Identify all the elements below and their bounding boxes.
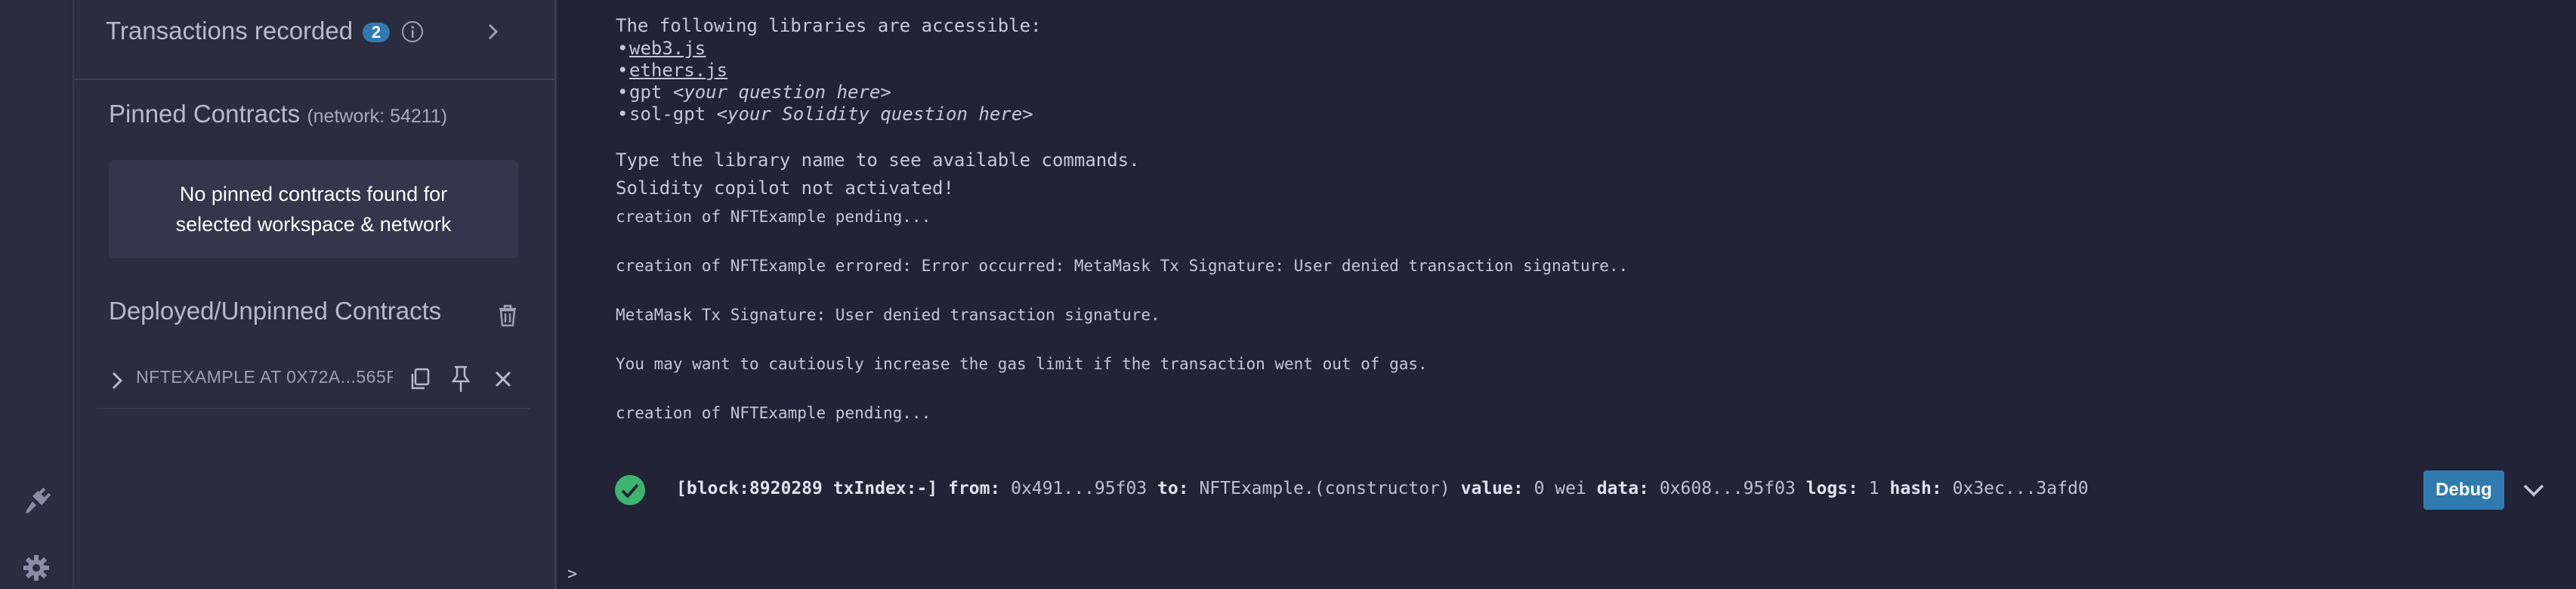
info-icon[interactable]: [400, 20, 425, 44]
tx-to-label: to:: [1157, 479, 1189, 498]
chevron-right-icon[interactable]: [107, 369, 127, 393]
transaction-summary[interactable]: [block:8920289 txIndex:-] from: 0x491...…: [676, 479, 2089, 498]
check-circle-icon: [614, 474, 646, 506]
contract-address-label: NFTEXAMPLE AT 0X72A...565FB: [136, 367, 393, 387]
pinned-contracts-title: Pinned Contracts (network: 54211): [109, 100, 447, 128]
tx-data-label: data:: [1596, 479, 1649, 498]
tx-from-label: from:: [948, 479, 1001, 498]
tx-logs: 1: [1868, 479, 1879, 498]
plug-icon[interactable]: [18, 483, 54, 520]
tx-logs-label: logs:: [1805, 479, 1858, 498]
tx-data: 0x608...95f03: [1659, 479, 1796, 498]
terminal-prompt[interactable]: >: [567, 565, 577, 584]
tx-block: [block:8920289 txIndex:-]: [676, 479, 938, 498]
chevron-right-icon[interactable]: [482, 21, 503, 42]
library-item: gpt <your question here>: [617, 82, 1033, 103]
terminal-output: The following libraries are accessible: …: [557, 0, 2576, 589]
no-pinned-line-2: selected workspace & network: [175, 213, 452, 236]
icon-sidebar: [0, 0, 74, 589]
pinned-contracts-label: Pinned Contracts: [109, 100, 301, 128]
deployed-contracts-title: Deployed/Unpinned Contracts: [109, 297, 442, 325]
pinned-network-label: (network: 54211): [307, 106, 448, 127]
tx-value: 0 wei: [1534, 479, 1586, 498]
pin-icon[interactable]: [447, 364, 474, 394]
gpt-argument: <your question here>: [672, 82, 891, 103]
terminal-intro: The following libraries are accessible:: [616, 15, 1042, 36]
web3js-link[interactable]: web3.js: [629, 38, 706, 59]
trash-icon[interactable]: [497, 304, 518, 328]
ethersjs-link[interactable]: ethers.js: [629, 60, 727, 81]
log-line: You may want to cautiously increase the …: [616, 355, 1428, 373]
tx-value-label: value:: [1460, 479, 1524, 498]
log-line: creation of NFTExample errored: Error oc…: [616, 257, 1629, 275]
solgpt-command: sol-gpt: [629, 103, 706, 125]
gpt-command: gpt: [629, 82, 663, 103]
log-line: MetaMask Tx Signature: User denied trans…: [616, 306, 1160, 324]
close-icon[interactable]: [490, 365, 517, 393]
tx-hash-label: hash:: [1889, 479, 1942, 498]
tx-to: NFTExample.(constructor): [1199, 479, 1450, 498]
chevron-down-icon[interactable]: [2521, 477, 2547, 503]
deployed-contract-item[interactable]: NFTEXAMPLE AT 0X72A...565FB: [97, 355, 530, 409]
no-pinned-line-1: No pinned contracts found for: [179, 183, 448, 205]
debug-button[interactable]: Debug: [2423, 470, 2504, 510]
library-item: web3.js: [617, 38, 1033, 60]
library-item: ethers.js: [617, 60, 1033, 82]
deploy-panel: Transactions recorded 2 Pinned Contracts…: [74, 0, 557, 589]
copy-icon[interactable]: [406, 365, 434, 393]
transactions-recorded-row[interactable]: Transactions recorded 2: [74, 0, 554, 80]
no-pinned-contracts-message: No pinned contracts found for selected w…: [109, 160, 518, 258]
type-hint: Type the library name to see available c…: [616, 150, 1140, 171]
solgpt-argument: <your Solidity question here>: [716, 103, 1033, 125]
transactions-count-badge: 2: [363, 23, 390, 42]
tx-hash: 0x3ec...3afd0: [1952, 479, 2089, 498]
library-item: sol-gpt <your Solidity question here>: [617, 103, 1033, 125]
library-list: web3.js ethers.js gpt <your question her…: [616, 38, 1033, 125]
log-line: creation of NFTExample pending...: [616, 404, 931, 422]
log-line: creation of NFTExample pending...: [616, 208, 931, 226]
tx-from: 0x491...95f03: [1011, 479, 1147, 498]
transactions-recorded-label: Transactions recorded: [106, 17, 354, 45]
gear-icon[interactable]: [18, 550, 54, 586]
copilot-status: Solidity copilot not activated!: [616, 177, 954, 199]
